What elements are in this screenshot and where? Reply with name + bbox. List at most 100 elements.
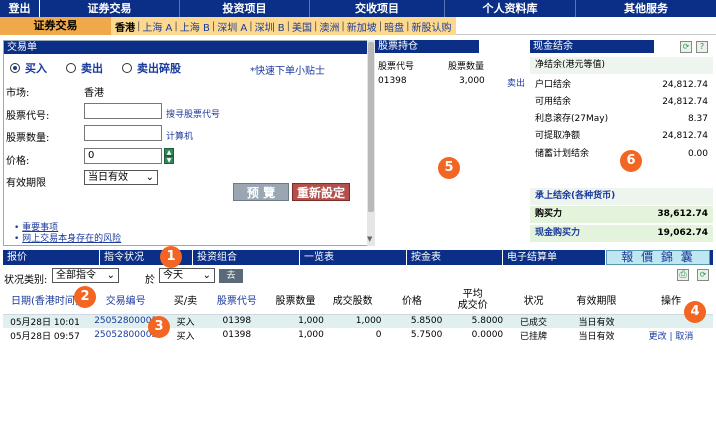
col-status: 状况 bbox=[503, 286, 564, 315]
logout-button[interactable]: 登出 bbox=[0, 0, 40, 17]
market-hk[interactable]: 香港 bbox=[115, 19, 135, 34]
sell-radio[interactable]: 卖出 bbox=[66, 60, 103, 76]
market-sz-a[interactable]: 深圳 A bbox=[217, 19, 247, 34]
cell-validity: 当日有效 bbox=[578, 317, 615, 328]
cell-filled: 0 bbox=[375, 330, 382, 340]
market-au[interactable]: 澳洲 bbox=[319, 19, 339, 34]
quantity-input[interactable] bbox=[84, 125, 162, 141]
market-sg[interactable]: 新加坡 bbox=[347, 19, 377, 34]
col-trade-no[interactable]: 交易编号 bbox=[86, 286, 165, 315]
status-select[interactable]: 全部指令 ⌄ bbox=[52, 268, 119, 283]
cell-code: 01398 bbox=[222, 330, 252, 340]
modify-cancel-links[interactable]: 更改 | 取消 bbox=[629, 328, 713, 342]
cash-buying-power-row: 现金购买力 19,062.74 bbox=[530, 225, 713, 242]
risk-disclosure-link[interactable]: • 网上交易本身存在的风险 bbox=[14, 231, 121, 244]
sub-nav-bar: 证券交易 香港 | 上海 A | 上海 B | 深圳 A | 深圳 B | 美国 | 澳洲 |… bbox=[0, 17, 716, 35]
cell-code: 01398 bbox=[222, 316, 252, 327]
col-price: 价格 bbox=[381, 286, 443, 315]
col-filled: 成交股数 bbox=[323, 286, 382, 315]
order-ticket-panel: 交易单 买入 卖出 卖出碎股 *快速下单小贴士 市场: 香港 股票代号: 搜寻股… bbox=[3, 40, 369, 246]
table-row: 05月28日 09:57 25052800003 买入 01398 1,000 … bbox=[3, 328, 713, 342]
holdings-scrollbar[interactable]: ▼ bbox=[367, 40, 375, 246]
cash-row: 可提取净额 24,812.74 bbox=[535, 131, 708, 141]
sell-odd-radio[interactable]: 卖出碎股 bbox=[122, 60, 181, 76]
tab-margin[interactable]: 按金表 bbox=[407, 250, 503, 265]
nav-other-services[interactable]: 其他服务 bbox=[576, 0, 716, 17]
cell-side: 买入 bbox=[176, 331, 195, 342]
market-sh-a[interactable]: 上海 A bbox=[142, 19, 172, 34]
market-value: 香港 bbox=[84, 88, 104, 99]
cash-row: 户口结余 24,812.74 bbox=[535, 80, 708, 90]
search-code-link[interactable]: 搜寻股票代号 bbox=[166, 107, 220, 120]
price-stepper[interactable]: ▲ ▼ bbox=[164, 148, 174, 164]
day-select[interactable]: 今天 ⌄ bbox=[159, 268, 215, 283]
print-icon[interactable]: ⎙ bbox=[677, 269, 689, 281]
table-header: 日期(香港时间) 交易编号 买/卖 股票代号 股票数量 成交股数 价格 平均 成… bbox=[3, 286, 713, 315]
status-type-label: 状况类别: bbox=[4, 275, 48, 286]
cash-row: 可用结余 24,812.74 bbox=[535, 97, 708, 107]
tab-e-statement[interactable]: 电子结算单 bbox=[503, 250, 606, 265]
market-grey[interactable]: 暗盘 bbox=[384, 19, 404, 34]
annotation-badge-2: 2 bbox=[74, 286, 96, 308]
carried-balance-link[interactable]: 承上结余(各种货币) bbox=[530, 188, 713, 205]
quote-tips-button[interactable]: 報 價 錦 囊 bbox=[606, 250, 710, 265]
market-us[interactable]: 美国 bbox=[292, 19, 312, 34]
annotation-badge-6: 6 bbox=[620, 150, 642, 172]
nav-investment[interactable]: 投资项目 bbox=[180, 0, 310, 17]
validity-select[interactable]: 当日有效 ⌄ bbox=[84, 170, 158, 185]
tab-overview[interactable]: 一览表 bbox=[300, 250, 407, 265]
price-label: 价格: bbox=[6, 156, 30, 167]
chevron-down-icon: ⌄ bbox=[202, 270, 211, 281]
refresh-icon[interactable]: ⟳ bbox=[680, 41, 692, 53]
on-label: 於 bbox=[145, 275, 155, 286]
sub-tab-active[interactable]: 证券交易 bbox=[0, 17, 111, 35]
up-arrow-icon[interactable]: ▲ bbox=[164, 148, 174, 156]
nav-settlement[interactable]: 交收项目 bbox=[310, 0, 445, 17]
cell-avg-price: 0.0000 bbox=[471, 330, 504, 340]
preview-button[interactable]: 预 覽 bbox=[233, 183, 289, 201]
stock-code-label: 股票代号: bbox=[6, 111, 50, 122]
validity-label: 有效期限 bbox=[6, 178, 46, 189]
cash-subtitle: 净结余(港元等值) bbox=[530, 57, 713, 74]
reset-button[interactable]: 重新設定 bbox=[292, 183, 350, 201]
tab-quote[interactable]: 报价 bbox=[3, 250, 100, 265]
refresh-icon[interactable]: ⟳ bbox=[697, 269, 709, 281]
top-nav-bar: 登出 证券交易 投资项目 交收项目 个人资料库 其他服务 bbox=[0, 0, 716, 17]
tab-portfolio[interactable]: 投资组合 bbox=[193, 250, 300, 265]
cell-qty: 1,000 bbox=[298, 330, 324, 340]
nav-securities-trading[interactable]: 证券交易 bbox=[40, 0, 180, 17]
price-input[interactable]: 0 bbox=[84, 148, 162, 164]
market-ipo[interactable]: 新股认购 bbox=[412, 19, 452, 34]
col-code[interactable]: 股票代号 bbox=[206, 286, 268, 315]
nav-profile[interactable]: 个人资料库 bbox=[445, 0, 576, 17]
cash-title: 现金结余 bbox=[530, 40, 654, 53]
market-sz-b[interactable]: 深圳 B bbox=[255, 19, 285, 34]
cell-avg-price: 5.8000 bbox=[471, 316, 504, 327]
calculator-link[interactable]: 计算机 bbox=[166, 129, 193, 142]
down-arrow-icon[interactable]: ▼ bbox=[164, 156, 174, 164]
stock-code-input[interactable] bbox=[84, 103, 162, 119]
order-status-table: 日期(香港时间) 交易编号 买/卖 股票代号 股票数量 成交股数 价格 平均 成… bbox=[3, 286, 713, 342]
help-icon[interactable]: ? bbox=[696, 41, 708, 53]
annotation-badge-1: 1 bbox=[160, 246, 182, 268]
chevron-down-icon: ⌄ bbox=[106, 270, 115, 281]
quick-order-tip-link[interactable]: *快速下单小贴士 bbox=[250, 62, 325, 77]
cash-balance-panel: 现金结余 ⟳ ? 净结余(港元等值) 户口结余 24,812.74 可用结余 24,… bbox=[530, 40, 713, 246]
cell-price: 5.8500 bbox=[410, 316, 443, 327]
buy-radio[interactable]: 买入 bbox=[10, 60, 47, 76]
cell-side: 买入 bbox=[176, 317, 195, 328]
annotation-badge-5: 5 bbox=[438, 157, 460, 179]
col-side: 买/卖 bbox=[164, 286, 207, 315]
cash-row: 利息滚存(27May) 8.37 bbox=[535, 114, 708, 124]
quantity-label: 股票数量: bbox=[6, 133, 50, 144]
cell-date: 05月28日 09:57 bbox=[10, 331, 80, 342]
holding-sell-link[interactable]: 卖出 bbox=[507, 76, 525, 89]
holdings-title: 股票持仓 bbox=[375, 40, 479, 53]
cell-filled: 1,000 bbox=[355, 316, 382, 327]
go-button[interactable]: 去 bbox=[219, 269, 243, 283]
table-row: 05月28日 10:01 25052800003 买入 01398 1,000 … bbox=[3, 314, 713, 328]
cell-qty: 1,000 bbox=[298, 316, 324, 327]
holdings-panel: 股票持仓 股票代号 股票数量 01398 3,000 卖出 bbox=[375, 40, 528, 246]
holdings-col-qty: 股票数量 bbox=[448, 62, 485, 72]
market-sh-b[interactable]: 上海 B bbox=[180, 19, 210, 34]
